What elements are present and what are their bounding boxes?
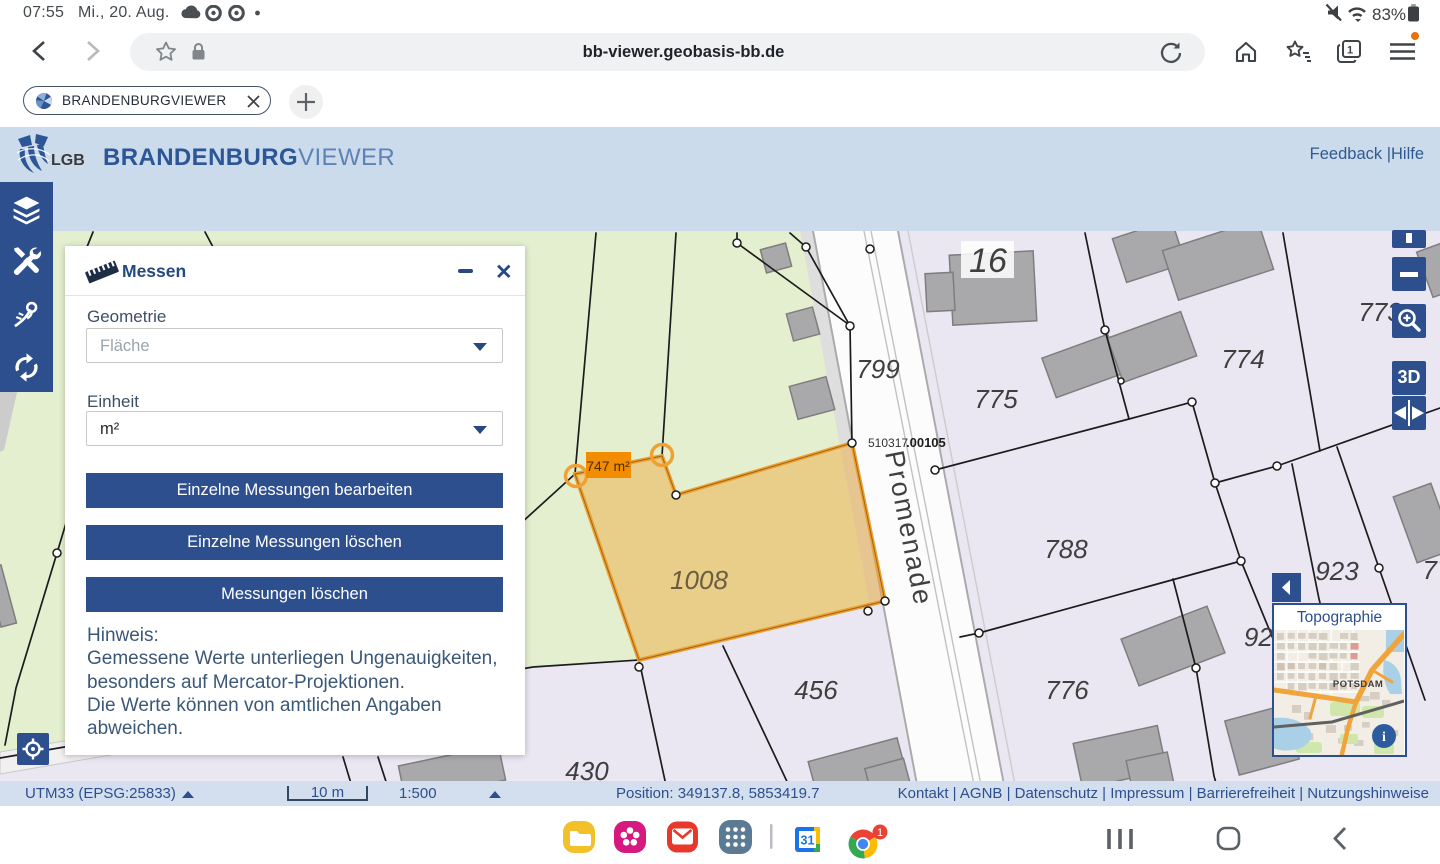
svg-text:1: 1 (1347, 45, 1353, 57)
svg-text:799: 799 (856, 354, 899, 384)
svg-text:774: 774 (1221, 344, 1264, 374)
svg-text:775: 775 (974, 384, 1018, 414)
svg-text:POTSDAM: POTSDAM (1333, 679, 1383, 690)
svg-text:83%: 83% (1372, 5, 1406, 24)
svg-text:i: i (1382, 730, 1386, 745)
svg-text:747 m²: 747 m² (586, 458, 630, 474)
svg-text:1: 1 (877, 827, 883, 839)
svg-text:.00105: .00105 (906, 435, 946, 450)
svg-text:430: 430 (565, 756, 609, 781)
svg-text:16: 16 (969, 242, 1007, 280)
svg-text:923: 923 (1315, 556, 1359, 586)
svg-text:456: 456 (794, 675, 838, 705)
svg-text:77: 77 (1423, 555, 1440, 585)
svg-text:1008: 1008 (670, 565, 728, 595)
svg-text:510317: 510317 (868, 436, 908, 450)
svg-text:31: 31 (801, 834, 815, 848)
svg-text:788: 788 (1044, 534, 1088, 564)
svg-text:776: 776 (1045, 675, 1089, 705)
